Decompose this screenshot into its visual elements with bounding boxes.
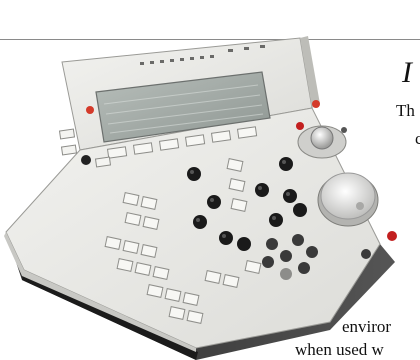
body-text-line: Th — [396, 101, 415, 120]
body-text-line: c — [415, 129, 420, 148]
jog-wheel — [317, 172, 379, 227]
left-knob — [81, 155, 91, 165]
control-surface-photo — [4, 36, 397, 360]
red-indicator-left — [86, 106, 94, 114]
dark-button — [361, 249, 371, 259]
page: I Th c enviror when used w — [0, 0, 420, 360]
red-button — [387, 231, 397, 241]
red-indicator-right — [312, 100, 320, 108]
trackball — [296, 122, 347, 159]
body-text-line: enviror — [342, 317, 392, 336]
body-text-line: when used w — [295, 340, 384, 359]
headline-fragment: I — [402, 56, 412, 89]
